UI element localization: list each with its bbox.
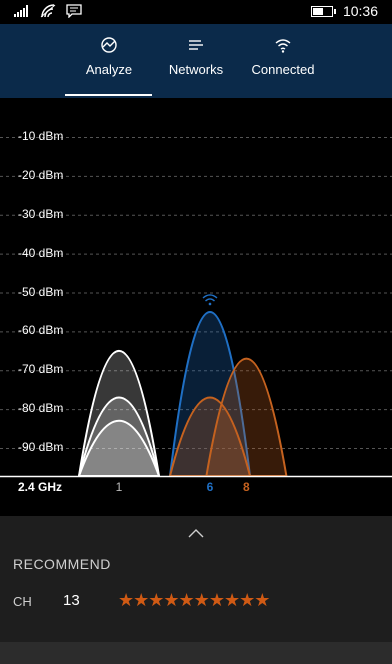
y-tick-label: -20 dBm [18, 167, 64, 182]
status-icons-left [14, 4, 82, 18]
y-tick-label: -80 dBm [18, 401, 64, 416]
channel-value: 13 [63, 592, 80, 609]
y-tick-label: -50 dBm [18, 284, 64, 299]
tab-networks-label: Networks [168, 62, 224, 77]
x-tick-label: 8 [243, 480, 250, 494]
y-tick-label: -40 dBm [18, 245, 64, 260]
system-nav-bar [0, 642, 392, 664]
analyze-icon [101, 37, 117, 53]
rating-stars: ★★★★★★★★★★ [118, 590, 270, 610]
x-tick-label: 1 [116, 480, 123, 494]
status-bar: 10:36 [0, 0, 392, 24]
tab-selected-indicator [65, 94, 152, 96]
battery-icon [310, 5, 336, 17]
message-icon [66, 4, 82, 18]
y-tick-label: -60 dBm [18, 323, 64, 338]
tab-networks[interactable]: Networks [151, 34, 241, 77]
signal-chart: 2.4 GHz 1 6 8 -10 dBm -20 dBm -30 dBm -40 dBm -… [0, 98, 392, 516]
tab-header: Analyze Networks Connected [0, 24, 392, 98]
signal-bars-icon [14, 5, 28, 17]
band-label: 2.4 GHz [18, 480, 62, 494]
chevron-up-icon[interactable] [188, 528, 204, 538]
tab-connected-label: Connected [251, 62, 315, 77]
recommend-title: RECOMMEND [13, 556, 111, 572]
clock: 10:36 [342, 3, 378, 19]
y-tick-label: -90 dBm [18, 440, 64, 454]
tab-analyze-label: Analyze [85, 62, 133, 77]
x-tick-label: 6 [207, 480, 214, 494]
y-tick-label: -70 dBm [18, 362, 64, 377]
wifi-icon [275, 39, 291, 53]
y-tick-label: -30 dBm [18, 206, 64, 221]
wifi-icon [40, 4, 56, 18]
channel-label: CH [13, 594, 32, 609]
status-icons-right: 10:36 [310, 3, 378, 19]
networks-list-icon [189, 40, 203, 50]
y-tick-label: -10 dBm [18, 129, 64, 143]
battery-level [312, 7, 323, 15]
connected-wifi-icon [202, 294, 218, 306]
tab-analyze[interactable]: Analyze [64, 34, 154, 77]
recommend-panel: RECOMMEND CH 13 ★★★★★★★★★★ [0, 516, 392, 642]
tab-connected[interactable]: Connected [238, 34, 328, 77]
